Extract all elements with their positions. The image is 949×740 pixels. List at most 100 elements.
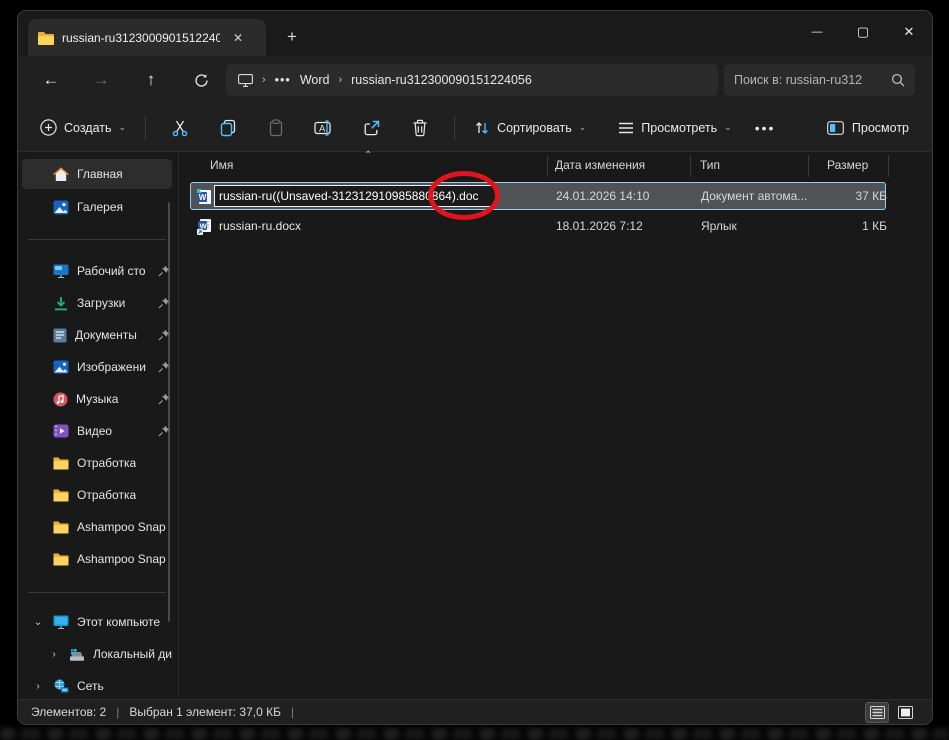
rename-icon[interactable]: A <box>307 111 341 145</box>
explorer-window: russian-ru312300090151224056 ✕ + — ▢ ✕ ←… <box>17 10 933 725</box>
file-size: 1 КБ <box>809 219 887 233</box>
sidebar-item-downloads[interactable]: Загрузки <box>22 288 172 318</box>
explorer-tab[interactable]: russian-ru312300090151224056 ✕ <box>28 19 266 56</box>
sidebar-item-local-disk[interactable]: › Локальный ди <box>22 639 172 669</box>
folder-icon <box>53 521 69 534</box>
minimize-button[interactable]: — <box>794 11 840 53</box>
breadcrumb-separator: › <box>338 74 342 86</box>
status-divider: | <box>291 705 294 719</box>
downloads-icon <box>53 296 69 311</box>
rename-input[interactable] <box>214 185 496 207</box>
command-toolbar: Создать ⌄ A Сортировать ⌄ <box>18 104 932 152</box>
breadcrumb-item-folder[interactable]: russian-ru312300090151224056 <box>351 73 532 87</box>
navigation-bar: ← → ↑ › ••• Word › russian-ru31230009015… <box>18 56 932 104</box>
breadcrumb-overflow[interactable]: ••• <box>275 73 291 87</box>
maximize-button[interactable]: ▢ <box>840 11 886 53</box>
refresh-icon[interactable] <box>184 63 218 97</box>
navigation-pane: Главная Галерея Рабочий сто Загрузки Док… <box>18 152 179 701</box>
column-header-type[interactable]: Тип <box>700 158 720 172</box>
sidebar-item-music[interactable]: Музыка <box>22 384 172 414</box>
cut-icon[interactable] <box>163 111 197 145</box>
gallery-icon <box>53 200 69 215</box>
chevron-down-icon: ⌄ <box>724 122 732 133</box>
sort-ascending-icon: ⌃ <box>364 150 372 161</box>
view-button[interactable]: Просмотреть ⌄ <box>609 114 740 142</box>
status-selection: Выбран 1 элемент: 37,0 КБ <box>129 705 281 719</box>
status-divider: | <box>116 705 119 719</box>
sidebar-item-desktop[interactable]: Рабочий сто <box>22 256 172 286</box>
column-divider[interactable] <box>808 155 809 177</box>
file-date: 24.01.2026 14:10 <box>556 189 649 203</box>
pin-icon <box>158 297 170 309</box>
more-options-icon[interactable]: ••• <box>741 120 790 136</box>
preview-label: Просмотр <box>852 121 909 135</box>
forward-button[interactable]: → <box>84 63 118 97</box>
tab-close-icon[interactable]: ✕ <box>228 28 248 48</box>
desktop-icon <box>53 264 69 278</box>
chevron-right-icon[interactable]: › <box>47 649 61 660</box>
sidebar-item-documents[interactable]: Документы <box>22 320 172 350</box>
thumbnail-view-button[interactable] <box>893 702 917 723</box>
up-button[interactable]: ↑ <box>134 63 168 97</box>
view-toggles <box>865 702 919 723</box>
sidebar-item-gallery[interactable]: Галерея <box>22 192 172 222</box>
file-name: russian-ru.docx <box>219 219 301 233</box>
sidebar-item-folder-otrabotka-1[interactable]: Отработка <box>22 448 172 478</box>
plus-circle-icon <box>40 119 57 136</box>
share-icon[interactable] <box>355 111 389 145</box>
file-list-pane: ⌃ Имя Дата изменения Тип Размер W 24.01.… <box>180 152 933 701</box>
music-icon <box>53 392 68 407</box>
search-icon[interactable] <box>891 73 905 87</box>
pin-icon <box>158 393 170 405</box>
column-header-date[interactable]: Дата изменения <box>555 158 645 172</box>
monitor-icon <box>238 74 253 87</box>
local-disk-icon <box>69 648 85 661</box>
file-date: 18.01.2026 7:12 <box>556 219 643 233</box>
column-divider[interactable] <box>547 155 548 177</box>
new-tab-button[interactable]: + <box>280 25 304 49</box>
pin-icon <box>158 361 170 373</box>
copy-icon[interactable] <box>211 111 245 145</box>
chevron-right-icon[interactable]: › <box>31 681 45 692</box>
file-row[interactable]: W russian-ru.docx 18.01.2026 7:12 Ярлык … <box>190 212 886 240</box>
background-blurred-text <box>0 728 949 740</box>
sidebar-item-pictures[interactable]: Изображени <box>22 352 172 382</box>
sidebar-item-videos[interactable]: Видео <box>22 416 172 446</box>
sidebar-item-folder-ashampoo-1[interactable]: Ashampoo Snap <box>22 512 172 542</box>
tab-title: russian-ru312300090151224056 <box>62 31 220 45</box>
create-label: Создать <box>64 121 112 135</box>
column-header-name[interactable]: Имя <box>210 158 233 172</box>
sort-button[interactable]: Сортировать ⌄ <box>465 113 595 143</box>
search-input[interactable]: Поиск в: russian-ru312 <box>724 64 915 96</box>
sidebar-item-folder-ashampoo-2[interactable]: Ashampoo Snap <box>22 544 172 574</box>
delete-icon[interactable] <box>403 111 437 145</box>
sidebar-item-folder-otrabotka-2[interactable]: Отработка <box>22 480 172 510</box>
pictures-icon <box>53 360 69 374</box>
paste-icon[interactable] <box>259 111 293 145</box>
word-doc-icon: W <box>196 188 213 205</box>
chevron-down-icon: ⌄ <box>119 122 127 133</box>
tab-bar: russian-ru312300090151224056 ✕ + — ▢ ✕ <box>18 11 932 56</box>
window-controls: — ▢ ✕ <box>794 11 932 53</box>
status-bar: Элементов: 2 | Выбран 1 элемент: 37,0 КБ… <box>18 699 932 724</box>
close-button[interactable]: ✕ <box>886 11 932 53</box>
preview-toggle-button[interactable]: Просмотр <box>817 115 919 141</box>
sidebar-item-network[interactable]: › Сеть <box>22 671 172 701</box>
pin-icon <box>158 425 170 437</box>
back-button[interactable]: ← <box>34 63 68 97</box>
view-label: Просмотреть <box>641 121 717 135</box>
file-row-renaming[interactable]: W 24.01.2026 14:10 Документ автома... 37… <box>190 182 886 210</box>
folder-icon <box>53 457 69 470</box>
column-header-size[interactable]: Размер <box>827 158 868 172</box>
column-divider[interactable] <box>888 155 889 177</box>
sidebar-item-home[interactable]: Главная <box>22 159 172 189</box>
address-bar[interactable]: › ••• Word › russian-ru31230009015122405… <box>226 64 718 96</box>
preview-pane-icon <box>827 121 844 135</box>
details-view-button[interactable] <box>865 702 889 723</box>
column-divider[interactable] <box>690 155 691 177</box>
breadcrumb-item-word[interactable]: Word <box>300 73 330 87</box>
create-button[interactable]: Создать ⌄ <box>31 112 135 143</box>
videos-icon <box>53 424 69 438</box>
sidebar-item-this-pc[interactable]: ⌄ Этот компьюте <box>22 607 172 637</box>
chevron-down-icon[interactable]: ⌄ <box>31 617 45 628</box>
